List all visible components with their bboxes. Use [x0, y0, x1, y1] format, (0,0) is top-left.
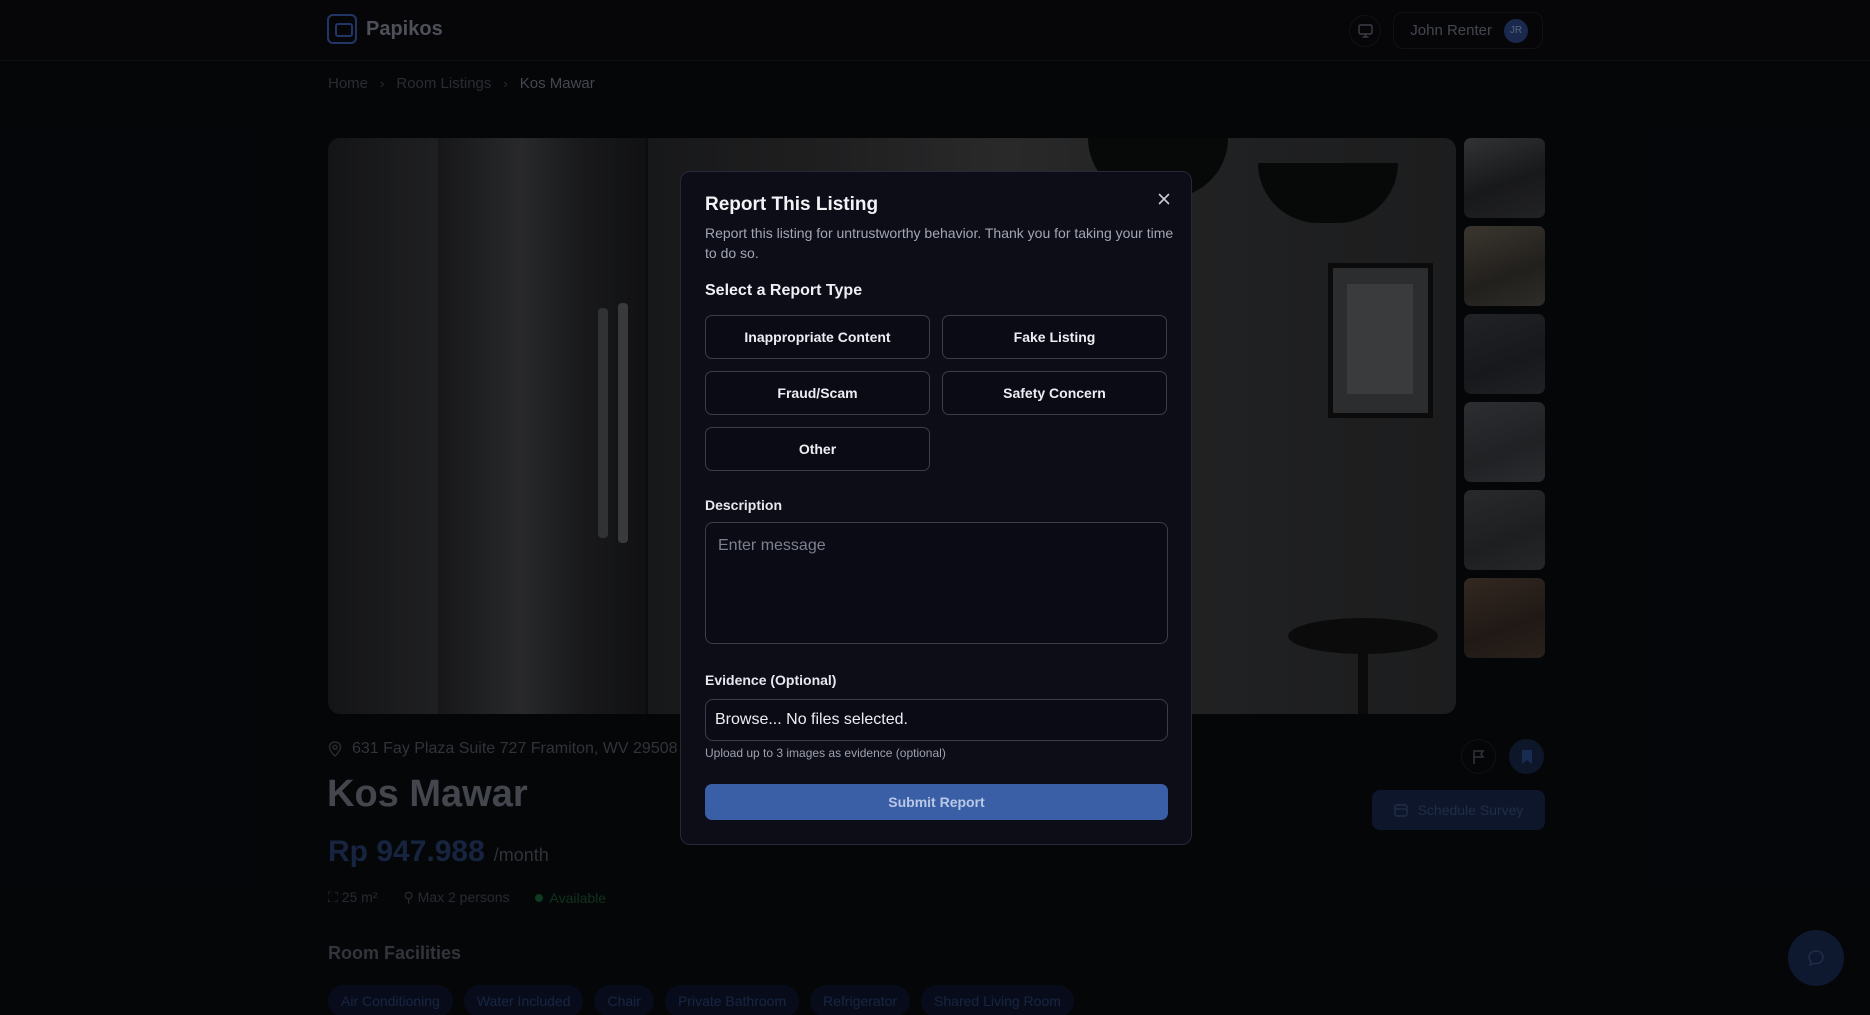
- description-label: Description: [705, 497, 783, 513]
- modal-description: Report this listing for untrustworthy be…: [705, 225, 1174, 261]
- evidence-label: Evidence (Optional): [705, 672, 837, 688]
- evidence-hint: Upload up to 3 images as evidence (optio…: [705, 746, 946, 760]
- report-type-inappropriate-content[interactable]: Inappropriate Content: [705, 315, 930, 359]
- description-field[interactable]: [705, 522, 1168, 644]
- report-listing-modal: Report This Listing Report this listing …: [680, 171, 1192, 845]
- report-type-options: Inappropriate Content Fake Listing Fraud…: [705, 315, 1168, 471]
- close-icon[interactable]: [1154, 189, 1174, 209]
- modal-title: Report This Listing: [705, 194, 879, 215]
- evidence-file-input[interactable]: Browse... No files selected.: [705, 699, 1168, 741]
- report-type-other[interactable]: Other: [705, 427, 930, 471]
- report-type-fake-listing[interactable]: Fake Listing: [942, 315, 1167, 359]
- submit-report-button[interactable]: Submit Report: [705, 784, 1168, 820]
- report-type-safety-concern[interactable]: Safety Concern: [942, 371, 1167, 415]
- report-type-heading: Select a Report Type: [705, 282, 863, 299]
- report-type-fraud-scam[interactable]: Fraud/Scam: [705, 371, 930, 415]
